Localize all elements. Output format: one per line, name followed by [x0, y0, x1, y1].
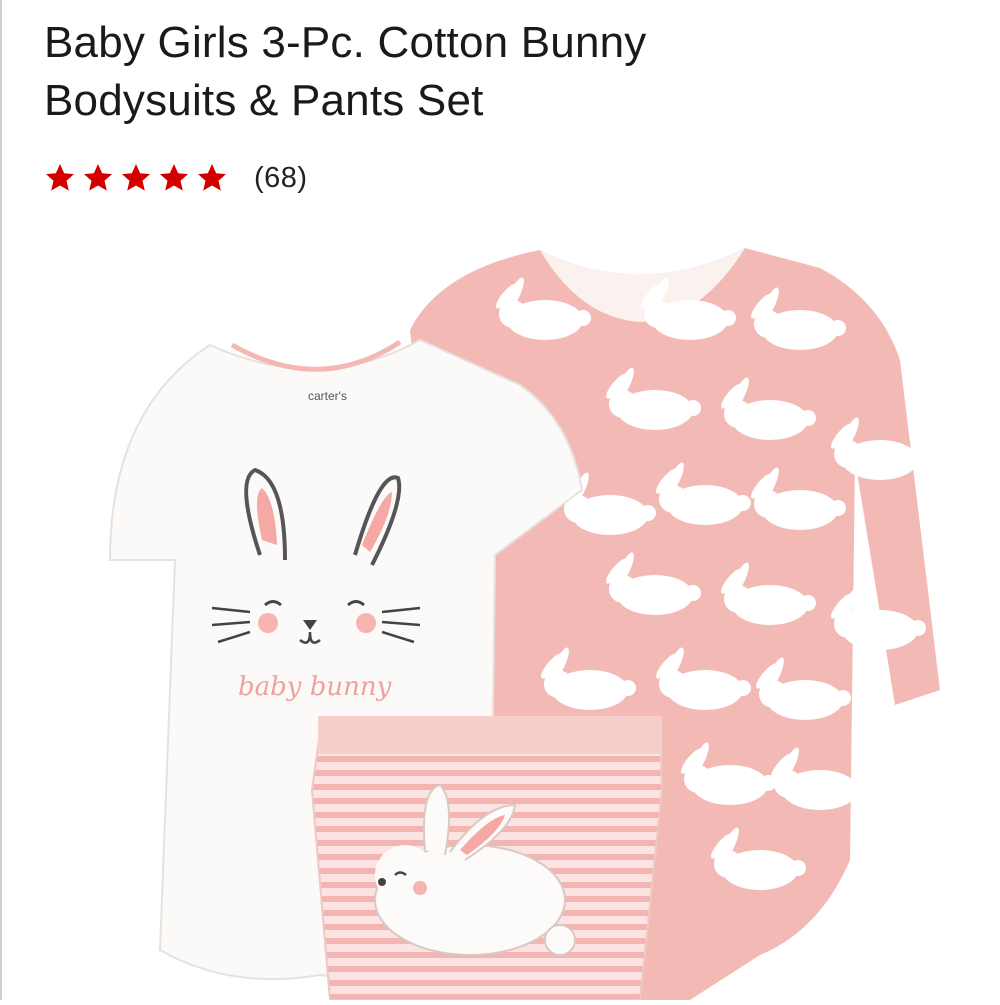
product-image[interactable]: carter's baby bunny [0, 220, 1000, 1001]
star-icon [160, 164, 188, 191]
rating-stars [44, 162, 228, 194]
star-icon [198, 164, 226, 191]
product-title: Baby Girls 3-Pc. Cotton Bunny Bodysuits … [44, 14, 944, 130]
star-icon [84, 164, 112, 191]
bodysuit-print-text: baby bunny [238, 672, 392, 702]
brand-tag: carter's [308, 389, 347, 403]
striped-pants [310, 716, 664, 1001]
product-photo: carter's baby bunny [108, 248, 940, 1001]
product-title-line-2: Bodysuits & Pants Set [44, 76, 484, 125]
review-count[interactable]: (68) [254, 162, 308, 195]
star-icon [122, 164, 150, 191]
product-rating[interactable]: (68) [44, 156, 308, 200]
star-icon [46, 164, 74, 191]
product-title-line-1: Baby Girls 3-Pc. Cotton Bunny [44, 18, 647, 67]
